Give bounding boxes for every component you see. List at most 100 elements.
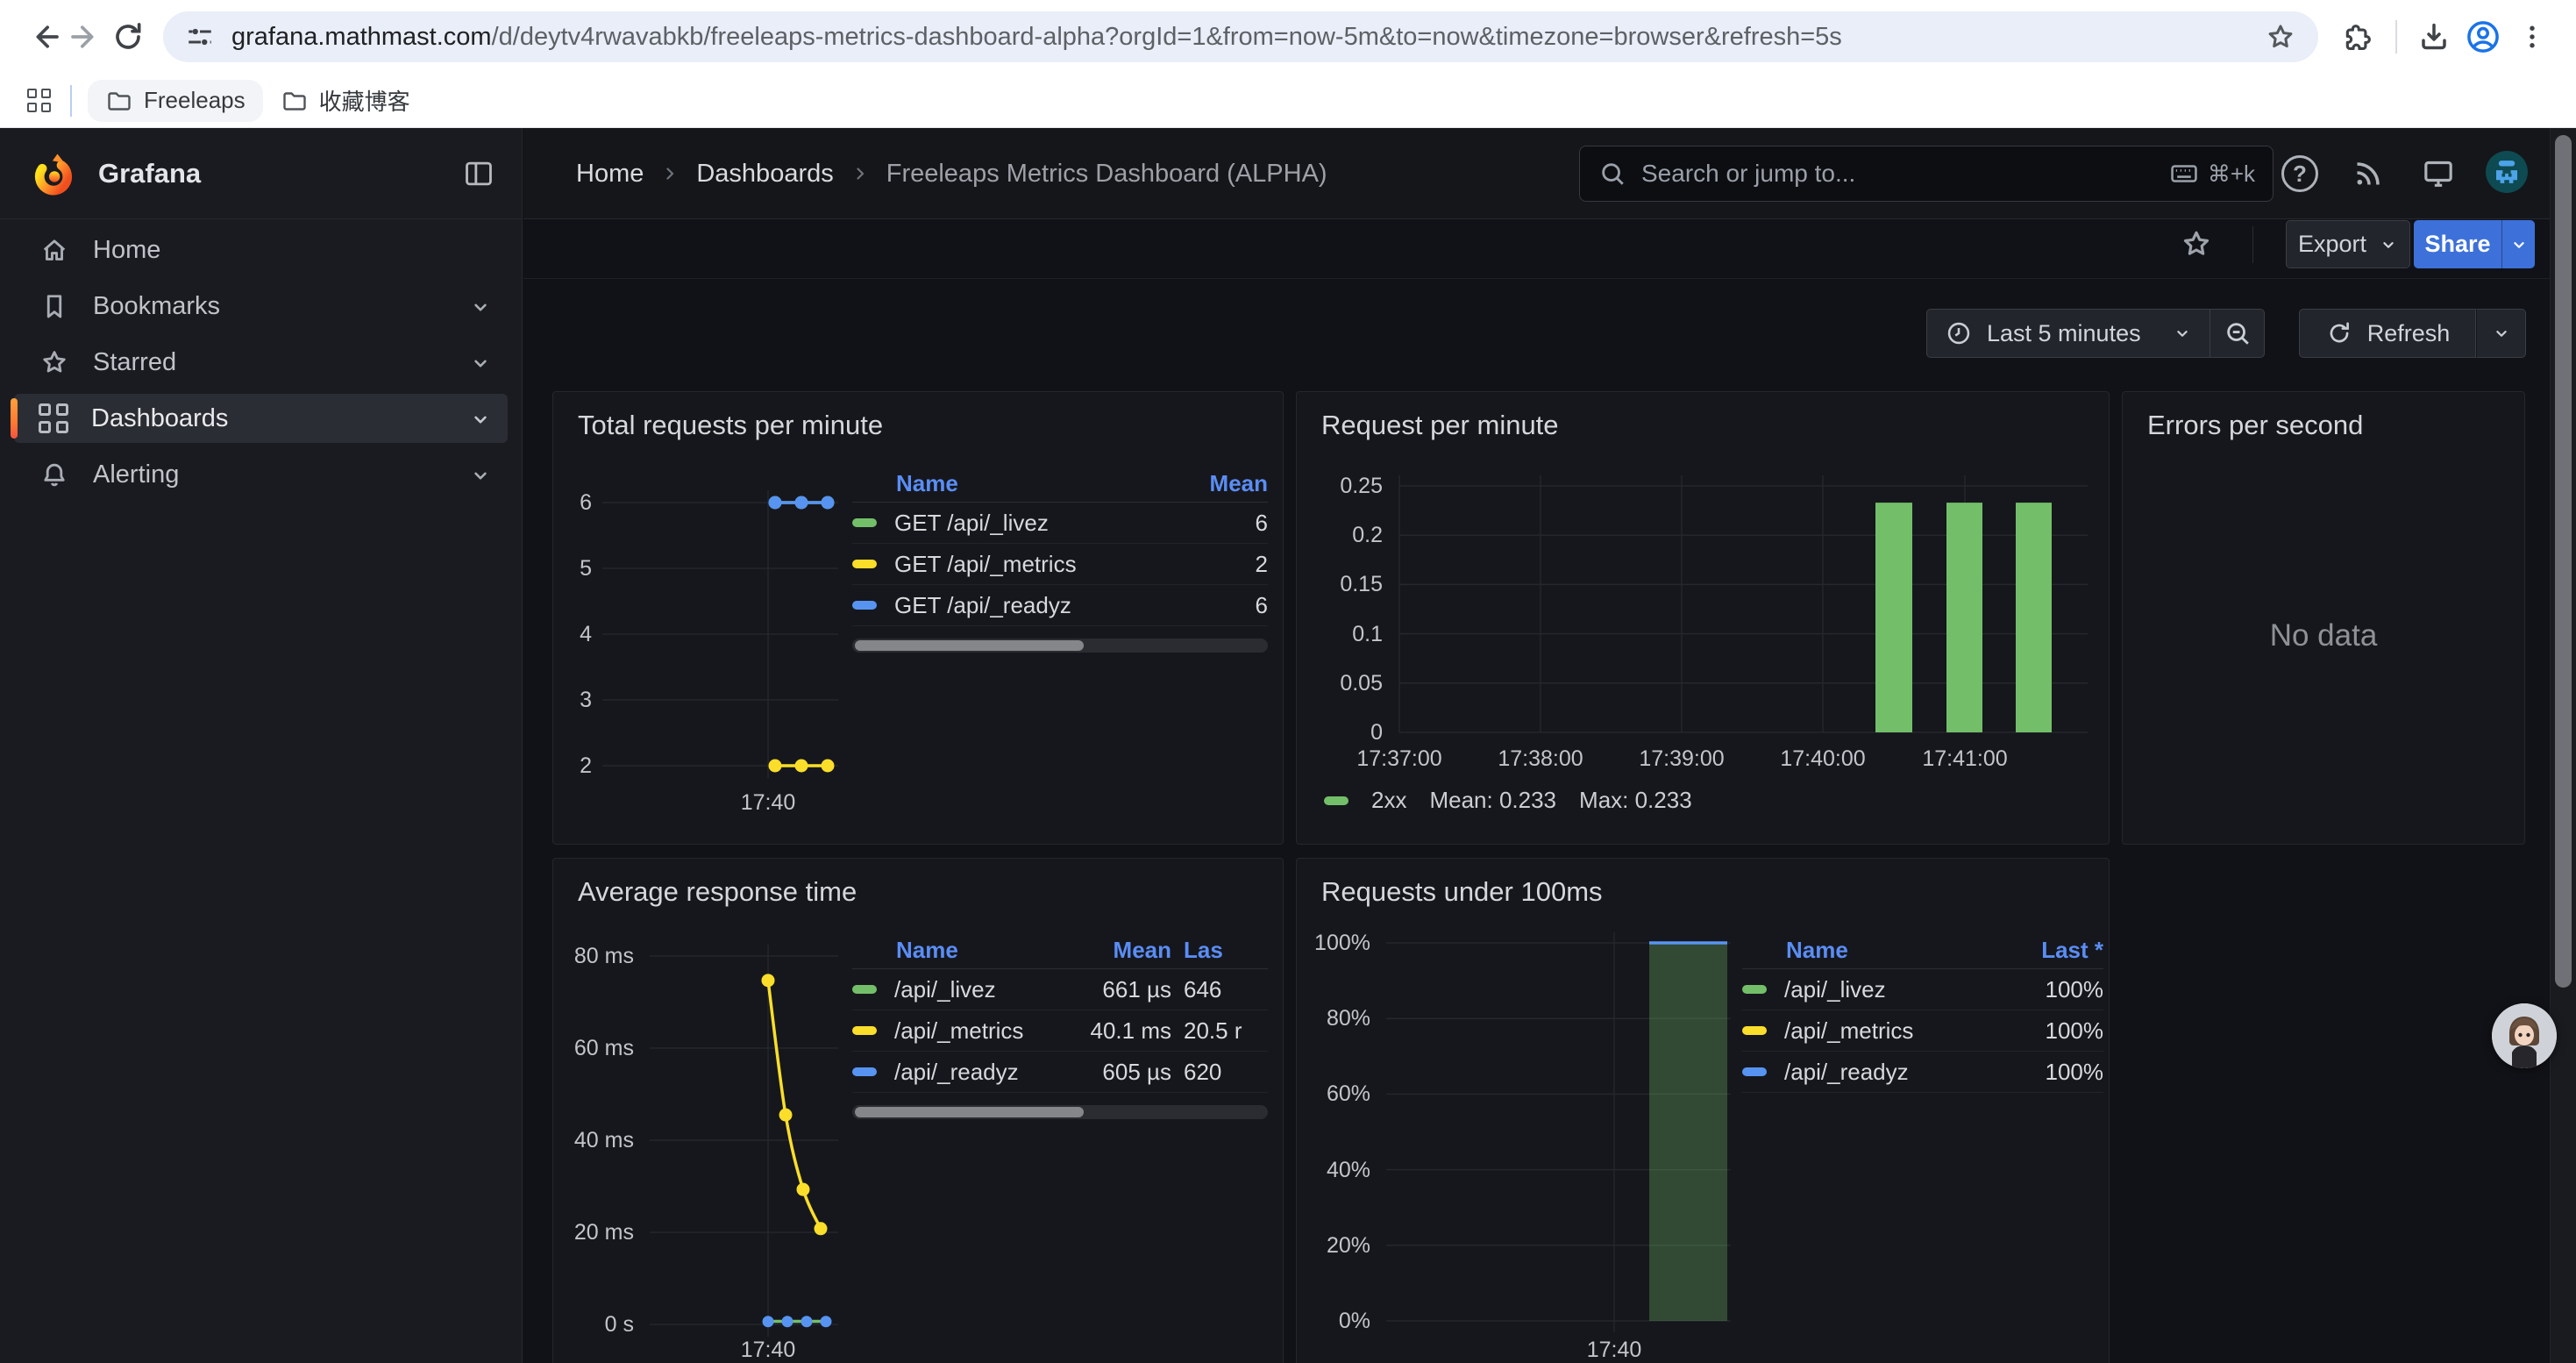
- series-name: /api/_livez: [1784, 976, 1886, 1003]
- chevron-down-icon: [2509, 235, 2529, 254]
- display-icon[interactable]: [2417, 153, 2459, 195]
- legend-row[interactable]: /api/_readyz100%: [1742, 1052, 2103, 1093]
- y-axis-tick: 80 ms: [553, 942, 634, 970]
- download-icon[interactable]: [2413, 16, 2455, 58]
- legend-row[interactable]: /api/_readyz605 µs620: [852, 1052, 1268, 1093]
- brand-title[interactable]: Grafana: [98, 158, 201, 189]
- grafana-logo[interactable]: [30, 150, 77, 197]
- assistant-avatar[interactable]: [2492, 1003, 2557, 1068]
- legend-row[interactable]: /api/_metrics40.1 ms20.5 r: [852, 1010, 1268, 1052]
- legend-scrollbar-thumb[interactable]: [855, 640, 1084, 651]
- legend-scrollbar: [852, 1105, 1268, 1119]
- panel-average-response-time: Average response time 80 ms60 ms40 ms20 …: [552, 858, 1284, 1363]
- data-point: [763, 1316, 774, 1327]
- legend-scrollbar-thumb[interactable]: [855, 1107, 1084, 1117]
- legend-line[interactable]: 2xx Mean: 0.233 Max: 0.233: [1324, 787, 1692, 814]
- forward-icon[interactable]: [65, 16, 107, 58]
- favorite-star-icon[interactable]: [2175, 223, 2217, 265]
- chevron-down-icon[interactable]: [469, 408, 492, 431]
- chevron-down-icon[interactable]: [469, 464, 492, 487]
- help-icon[interactable]: ?: [2279, 153, 2321, 195]
- bookmark-star-icon[interactable]: [2264, 20, 2297, 54]
- dock-sidebar-icon[interactable]: [462, 157, 495, 190]
- sidebar-item-home[interactable]: Home: [14, 225, 508, 275]
- bookmark-folder-blogs[interactable]: 收藏博客: [263, 77, 428, 124]
- refresh-button[interactable]: Refresh: [2299, 309, 2476, 358]
- home-icon: [39, 234, 70, 266]
- no-data-message: No data: [2123, 618, 2524, 653]
- y-axis-tick: 40%: [1297, 1156, 1370, 1184]
- data-point: [801, 1316, 813, 1327]
- chevron-down-icon[interactable]: [469, 352, 492, 375]
- back-icon[interactable]: [23, 16, 65, 58]
- menu-dots-icon[interactable]: [2511, 16, 2553, 58]
- url-bar[interactable]: grafana.mathmast.com/d/deytv4rwavabkb/fr…: [163, 11, 2318, 62]
- panel-title[interactable]: Errors per second: [2147, 410, 2363, 441]
- legend-scrollbar: [852, 639, 1268, 653]
- reload-icon[interactable]: [107, 16, 149, 58]
- export-button[interactable]: Export: [2286, 220, 2410, 268]
- refresh-interval-button[interactable]: [2476, 309, 2526, 358]
- chevron-right-icon: [850, 163, 871, 184]
- site-settings-icon[interactable]: [184, 21, 216, 53]
- y-axis-tick: 20%: [1297, 1231, 1370, 1260]
- bar: [2016, 503, 2052, 732]
- legend-row[interactable]: /api/_livez100%: [1742, 969, 2103, 1010]
- time-range-button[interactable]: Last 5 minutes: [1926, 309, 2210, 358]
- search-input[interactable]: [1640, 159, 2157, 189]
- y-axis-tick: 40 ms: [553, 1126, 634, 1154]
- series-name: /api/_readyz: [1784, 1059, 1909, 1086]
- bookmarks-divider: [70, 85, 72, 117]
- legend-value: 605 µs: [1040, 1059, 1171, 1086]
- user-avatar[interactable]: [2486, 151, 2528, 193]
- dashboard-controls: Export Share: [523, 219, 2576, 278]
- series-name-cell: /api/_readyz: [1742, 1059, 1981, 1086]
- request-per-minute-chart[interactable]: 0.250.20.150.10.05017:37:0017:38:0017:39…: [1297, 392, 2109, 844]
- bookmark-icon: [39, 290, 70, 322]
- y-axis-tick: 60%: [1297, 1080, 1370, 1108]
- y-axis-tick: 0.25: [1297, 472, 1383, 500]
- profile-icon[interactable]: [2462, 16, 2504, 58]
- sidebar-item-alerting[interactable]: Alerting: [14, 450, 508, 499]
- search-box[interactable]: ⌘+k: [1579, 146, 2274, 202]
- news-rss-icon[interactable]: [2347, 153, 2389, 195]
- bookmark-label: 收藏博客: [319, 84, 410, 117]
- breadcrumb-home[interactable]: Home: [576, 160, 644, 189]
- legend-value: 661 µs: [1040, 976, 1171, 1003]
- chevron-down-icon[interactable]: [469, 296, 492, 318]
- legend-max: Max: 0.233: [1579, 787, 1692, 814]
- y-axis-tick: 60 ms: [553, 1034, 634, 1062]
- legend-header-col: Las: [1184, 937, 1268, 964]
- header-divider: [523, 278, 2550, 279]
- share-dropdown-button[interactable]: [2501, 220, 2535, 268]
- zoom-out-icon: [2223, 318, 2252, 348]
- legend-mean: Mean: 0.233: [1429, 787, 1556, 814]
- y-axis-tick: 0.15: [1297, 570, 1383, 598]
- series-color-swatch: [1742, 985, 1767, 994]
- legend-row[interactable]: /api/_metrics100%: [1742, 1010, 2103, 1052]
- sidebar-item-bookmarks[interactable]: Bookmarks: [14, 282, 508, 331]
- legend-row[interactable]: GET /api/_readyz6: [852, 585, 1268, 626]
- legend-row[interactable]: /api/_livez661 µs646: [852, 969, 1268, 1010]
- legend-row[interactable]: GET /api/_metrics2: [852, 544, 1268, 585]
- data-point: [822, 760, 835, 773]
- y-axis-tick: 5: [553, 554, 592, 582]
- sidebar-item-starred[interactable]: Starred: [14, 338, 508, 387]
- extensions-icon[interactable]: [2338, 16, 2380, 58]
- apps-grid-icon[interactable]: [19, 82, 58, 120]
- zoom-out-button[interactable]: [2210, 309, 2265, 358]
- sidebar-item-label: Alerting: [93, 460, 179, 489]
- bookmark-folder-freeleaps[interactable]: Freeleaps: [88, 80, 263, 122]
- scrollbar-thumb[interactable]: [2555, 135, 2572, 988]
- sidebar-item-dashboards[interactable]: Dashboards: [14, 394, 508, 443]
- series-name: GET /api/_livez: [894, 510, 1049, 537]
- breadcrumb-dashboards[interactable]: Dashboards: [696, 160, 833, 189]
- series-name-cell: /api/_livez: [1742, 976, 1981, 1003]
- sidebar-item-label: Starred: [93, 348, 176, 377]
- series-color-swatch: [852, 601, 877, 610]
- panel-requests-under-100ms: Requests under 100ms 100%80%60%40%20%0%1…: [1296, 858, 2110, 1363]
- share-button[interactable]: Share: [2414, 220, 2501, 268]
- legend-row[interactable]: GET /api/_livez6: [852, 503, 1268, 544]
- dashboards-icon: [39, 403, 68, 433]
- keyboard-icon: [2169, 159, 2199, 189]
